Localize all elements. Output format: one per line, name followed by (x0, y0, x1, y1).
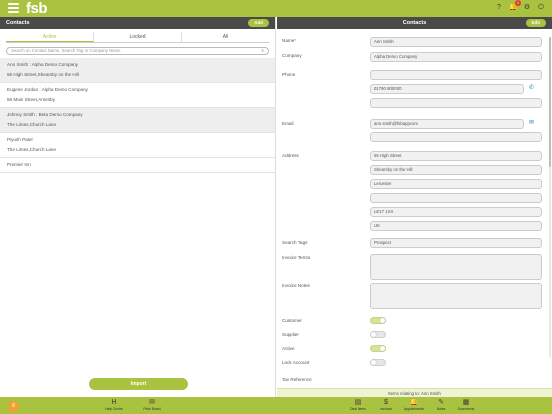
email-label: Email (282, 121, 294, 126)
help-centre-icon: H (111, 399, 117, 406)
settings-icon[interactable]: ⚙ (522, 3, 532, 13)
deal-items-button[interactable]: ▤ Deal Items (347, 399, 369, 411)
address-line-2[interactable]: Shearsby on the Hill (370, 165, 542, 175)
email-field-1[interactable]: ann.smith@fsbappcom (370, 119, 524, 129)
address-country[interactable]: UK (370, 221, 542, 231)
top-bar: fsb® ? 🔔1 ⚙ ⏻ (0, 0, 552, 17)
contact-detail-panel: Contacts Edit Name* Ann Smith Company Al… (277, 17, 552, 397)
power-icon[interactable]: ⏻ (536, 3, 546, 13)
supplier-toggle[interactable] (370, 331, 386, 338)
address-line-4[interactable] (370, 193, 542, 203)
supplier-label: Supplier (282, 332, 299, 337)
phone-field-3[interactable] (370, 98, 542, 108)
phone-field-1[interactable] (370, 70, 542, 80)
list-item[interactable]: Johnny Smith : Beta Demo Company The Lim… (0, 108, 275, 133)
address-label: Address (282, 153, 299, 158)
phone-field-2[interactable]: 01790 800000 (370, 84, 524, 94)
import-button[interactable]: Import (89, 378, 188, 390)
phone-label: Phone (282, 72, 296, 77)
tab-locked[interactable]: Locked (94, 32, 182, 42)
tab-active[interactable]: Active (6, 32, 94, 42)
name-field[interactable]: Ann Smith (370, 37, 542, 47)
active-toggle[interactable] (370, 345, 386, 352)
filter-tabs: Active Locked All (6, 32, 269, 43)
notes-button[interactable]: ✎ Notes (430, 399, 452, 411)
list-item[interactable]: Premier Inn (0, 158, 275, 173)
scrollbar[interactable] (549, 37, 551, 357)
appointments-icon: 🔔 (409, 399, 419, 406)
list-item[interactable]: Ann Smith : Alpha Demo Company 56 High S… (0, 58, 275, 83)
invoice-notes-label: Invoice Notes (282, 283, 310, 288)
price-board-button[interactable]: ✉ Price Board (141, 399, 163, 411)
panel-title: Contacts (6, 20, 30, 26)
notes-icon: ✎ (438, 399, 444, 406)
phone-icon[interactable]: ✆ (529, 84, 534, 91)
invoice-terms-field[interactable] (370, 254, 542, 280)
appointments-button[interactable]: 🔔 Appointments (403, 399, 425, 411)
address-line-1[interactable]: 56 High Street (370, 151, 542, 161)
search-icon: ⌕ (261, 48, 264, 54)
customer-label: Customer (282, 318, 302, 323)
contacts-list-panel: Contacts Add Active Locked All Search on… (0, 17, 276, 397)
help-centre-button[interactable]: H Help Centre (103, 399, 125, 411)
invoices-button[interactable]: $ Invoices (375, 399, 397, 411)
notifications-icon[interactable]: 🔔 1 (508, 0, 521, 13)
invoice-terms-label: Invoice Terms (282, 255, 311, 260)
add-button[interactable]: Add (248, 19, 269, 27)
search-tags-label: Search Tags (282, 240, 308, 245)
menu-icon[interactable] (8, 3, 19, 13)
search-tags-field[interactable]: Prospect (370, 238, 542, 248)
company-field[interactable]: Alpha Demo Company (370, 52, 542, 62)
contact-list: Ann Smith : Alpha Demo Company 56 High S… (0, 58, 275, 173)
search-input[interactable]: Search on Contact Name, Search Tag or Co… (6, 47, 269, 55)
lock-account-toggle[interactable] (370, 359, 386, 366)
list-item[interactable]: Piyush Patel The Limes,Church Lane (0, 133, 275, 158)
invoice-notes-field[interactable] (370, 283, 542, 309)
address-line-3[interactable]: Leicester (370, 179, 542, 189)
company-label: Company (282, 53, 302, 58)
contact-form: Name* Ann Smith Company Alpha Demo Compa… (277, 35, 552, 387)
deal-items-icon: ▤ (354, 399, 362, 406)
active-label: Active (282, 346, 295, 351)
related-items-banner: Items relating to: Ann Smith (277, 388, 552, 397)
name-label: Name* (282, 38, 297, 43)
price-board-icon: ✉ (149, 399, 155, 406)
mail-icon[interactable]: ✉ (529, 119, 534, 126)
edit-button[interactable]: Edit (525, 19, 546, 27)
help-icon[interactable]: ? (494, 3, 504, 13)
notification-badge: 1 (515, 0, 521, 6)
tab-all[interactable]: All (182, 32, 269, 42)
panel-header: Contacts Add (0, 17, 275, 29)
email-field-2[interactable] (370, 132, 542, 142)
invoices-icon: $ (384, 399, 388, 406)
lock-account-label: Lock Account (282, 360, 310, 365)
tax-reference-label: Tax Reference (282, 377, 312, 382)
documents-icon: ▦ (462, 399, 470, 406)
user-avatar[interactable]: 8 (8, 401, 19, 412)
documents-button[interactable]: ▦ Documents (455, 399, 477, 411)
panel-title: Contacts (402, 20, 427, 26)
customer-toggle[interactable] (370, 317, 386, 324)
app-logo: fsb® (26, 0, 51, 17)
address-postcode[interactable]: LE17 1XX (370, 207, 542, 217)
panel-header: Contacts Edit (277, 17, 552, 29)
list-item[interactable]: Eugene Jordan : Alpha Demo Company 56 Ma… (0, 83, 275, 108)
